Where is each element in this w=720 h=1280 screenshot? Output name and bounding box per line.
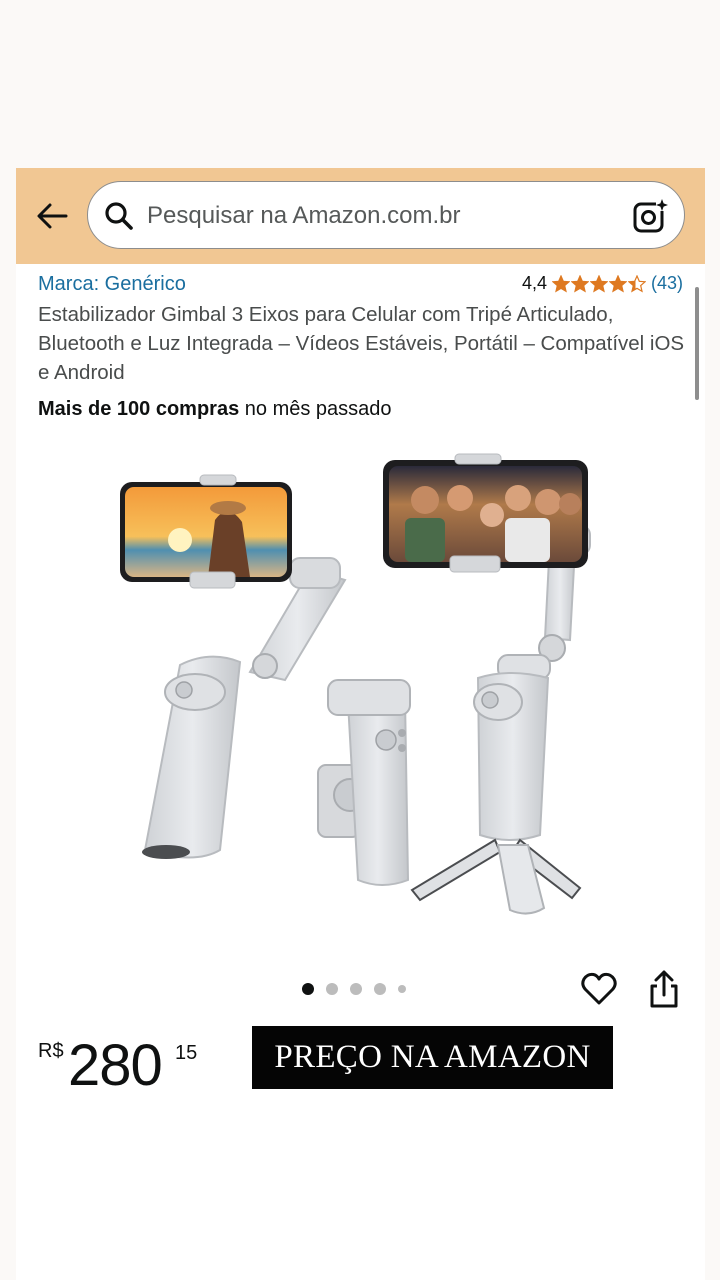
star-icon bbox=[608, 274, 627, 293]
gimbal-left bbox=[120, 474, 347, 859]
star-icon bbox=[570, 274, 589, 293]
search-input[interactable] bbox=[147, 196, 607, 236]
price-currency: R$ bbox=[38, 1040, 64, 1062]
product-title[interactable]: Estabilizador Gimbal 3 Eixos para Celula… bbox=[38, 300, 688, 387]
heart-icon[interactable] bbox=[580, 970, 618, 1008]
price-whole: 280 bbox=[68, 1033, 163, 1098]
purchases-period: no mês passado bbox=[239, 398, 392, 420]
gallery-dot[interactable] bbox=[326, 983, 338, 995]
purchases-count: Mais de 100 compras bbox=[38, 398, 240, 420]
share-icon[interactable] bbox=[646, 968, 682, 1010]
gimbal-right-tripod bbox=[383, 453, 591, 915]
gallery-dot[interactable] bbox=[398, 985, 406, 993]
rating-count-link[interactable]: (43) bbox=[651, 273, 683, 294]
amazon-price-button[interactable]: PREÇO NA AMAZON bbox=[252, 1026, 613, 1089]
scrollbar[interactable] bbox=[695, 287, 699, 400]
gallery-pagination bbox=[302, 983, 406, 995]
search-header bbox=[16, 168, 705, 264]
gallery-dot[interactable] bbox=[302, 983, 314, 995]
back-arrow-icon bbox=[37, 203, 68, 229]
star-icon bbox=[589, 274, 608, 293]
price-fraction: 15 bbox=[175, 1042, 198, 1064]
brand-link[interactable]: Marca: Genérico bbox=[38, 273, 186, 296]
star-rating bbox=[551, 274, 646, 293]
product-image[interactable] bbox=[100, 440, 620, 940]
search-icon bbox=[105, 202, 133, 230]
gallery-dot[interactable] bbox=[374, 983, 386, 995]
purchases-info: Mais de 100 compras no mês passado bbox=[38, 398, 392, 421]
camera-lens-icon[interactable] bbox=[632, 197, 670, 235]
rating-value: 4,4 bbox=[521, 273, 547, 293]
gallery-dot[interactable] bbox=[350, 983, 362, 995]
search-box[interactable] bbox=[87, 181, 685, 249]
brand-rating-row: Marca: Genérico 4,4 (43) bbox=[38, 271, 683, 299]
star-icon bbox=[627, 274, 646, 293]
star-icon bbox=[551, 274, 570, 293]
rating-summary[interactable]: 4,4 (43) bbox=[522, 273, 683, 294]
gimbal-folded bbox=[317, 679, 411, 886]
back-button[interactable] bbox=[34, 198, 70, 234]
